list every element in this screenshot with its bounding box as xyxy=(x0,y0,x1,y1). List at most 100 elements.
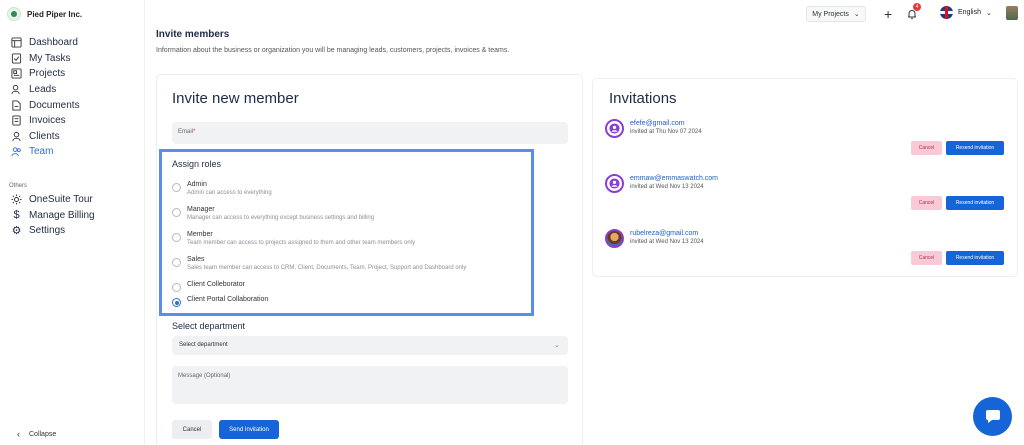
language-label: English xyxy=(958,9,981,16)
role-name: Sales xyxy=(187,256,205,263)
required-asterisk: * xyxy=(193,129,196,135)
role-description: Manager can access to everything except … xyxy=(187,215,375,221)
sidebar-item-label: Leads xyxy=(29,84,57,96)
resend-invitation-button[interactable]: Resend invitation xyxy=(946,141,1004,155)
sidebar-item-label: Dashboard xyxy=(29,37,78,49)
sidebar-item-dashboard[interactable]: Dashboard xyxy=(11,35,80,51)
sidebar-item-settings[interactable]: ⚙ Settings xyxy=(11,223,95,239)
invitation-item: rubelreza@gmail.com invited at Wed Nov 1… xyxy=(605,229,704,248)
role-description: Team member can access to projects assig… xyxy=(187,240,416,246)
resend-invitation-button[interactable]: Resend invitation xyxy=(946,196,1004,210)
language-selector[interactable]: English ⌄ xyxy=(940,6,992,19)
document-icon xyxy=(11,100,22,111)
cancel-invitation-button[interactable]: Cancel xyxy=(911,141,942,155)
radio-button[interactable] xyxy=(172,283,181,292)
invitation-date: invited at Wed Nov 13 2024 xyxy=(630,239,704,245)
invitations-title: Invitations xyxy=(609,90,677,107)
clients-icon xyxy=(11,131,22,142)
brand-name: Pied Piper Inc. xyxy=(27,9,83,19)
sidebar-item-invoices[interactable]: Invoices xyxy=(11,113,80,129)
page-description: Information about the business or organi… xyxy=(156,47,510,54)
add-icon[interactable]: + xyxy=(884,7,892,21)
role-description: Admin can access to everything xyxy=(187,190,272,196)
radio-button-selected[interactable] xyxy=(172,298,181,307)
sidebar-item-clients[interactable]: Clients xyxy=(11,129,80,145)
avatar xyxy=(605,229,624,248)
radio-button[interactable] xyxy=(172,258,181,267)
chevron-left-icon: ‹ xyxy=(17,429,20,439)
dashboard-icon xyxy=(11,37,22,48)
chevron-down-icon: ⌄ xyxy=(985,9,992,17)
role-option-admin[interactable]: Admin Admin can access to everything xyxy=(172,181,272,196)
gear-icon: ⚙ xyxy=(11,225,22,238)
sidebar-item-label: Settings xyxy=(29,225,66,237)
sidebar-item-team[interactable]: Team xyxy=(11,144,80,160)
sidebar-item-label: Manage Billing xyxy=(29,209,95,221)
sidebar-item-onesuite-tour[interactable]: OneSuite Tour xyxy=(11,192,95,208)
role-option-member[interactable]: Member Team member can access to project… xyxy=(172,231,415,246)
sidebar-item-label: Invoices xyxy=(29,115,66,127)
sidebar-item-label: Projects xyxy=(29,68,66,80)
sidebar-item-projects[interactable]: Projects xyxy=(11,66,80,82)
cancel-invitation-button[interactable]: Cancel xyxy=(911,251,942,265)
sidebar-item-label: Documents xyxy=(29,99,80,111)
message-placeholder: Message (Optional) xyxy=(178,373,231,379)
role-option-client-portal-collaboration[interactable]: Client Portal Collaboration xyxy=(172,296,268,307)
sidebar-item-manage-billing[interactable]: $ Manage Billing xyxy=(11,208,95,224)
invitation-email: efefe@gmail.com xyxy=(630,120,685,127)
assign-roles-title: Assign roles xyxy=(172,159,222,169)
page-title: Invite members xyxy=(156,29,230,40)
radio-button[interactable] xyxy=(172,183,181,192)
invitation-email: emmaw@emmaswatch.com xyxy=(630,175,719,182)
role-name: Client Colleborator xyxy=(187,281,245,288)
my-projects-dropdown[interactable]: My Projects ⌄ xyxy=(806,6,866,22)
role-description: Sales team member can access to CRM, Cli… xyxy=(187,265,467,271)
invitation-item: efefe@gmail.com invited at Thu Nov 07 20… xyxy=(605,119,702,138)
sidebar-item-label: My Tasks xyxy=(29,52,71,64)
invoice-icon xyxy=(11,115,22,126)
notification-badge: 4 xyxy=(913,3,921,11)
others-section-label: Others xyxy=(9,183,28,189)
send-invitation-button[interactable]: Send Invitation xyxy=(219,420,279,439)
email-placeholder: Email xyxy=(178,129,194,135)
sidebar-item-my-tasks[interactable]: My Tasks xyxy=(11,51,80,67)
email-field[interactable]: Email* xyxy=(172,122,568,144)
resend-invitation-button[interactable]: Resend invitation xyxy=(946,251,1004,265)
brand[interactable]: Pied Piper Inc. xyxy=(7,7,82,21)
radio-button[interactable] xyxy=(172,208,181,217)
cancel-button[interactable]: Cancel xyxy=(172,420,212,439)
sidebar-item-label: Team xyxy=(29,146,54,158)
sidebar-item-documents[interactable]: Documents xyxy=(11,97,80,113)
dollar-icon: $ xyxy=(13,209,20,222)
role-name: Client Portal Collaboration xyxy=(187,296,269,303)
role-name: Member xyxy=(187,231,213,238)
invitation-date: invited at Thu Nov 07 2024 xyxy=(630,129,702,135)
department-select[interactable]: Select department ⌄ xyxy=(172,336,568,355)
chat-icon xyxy=(985,409,1000,423)
collapse-button[interactable]: ‹ Collapse xyxy=(17,429,56,439)
radio-button[interactable] xyxy=(172,233,181,242)
sidebar-others-nav: OneSuite Tour $ Manage Billing ⚙ Setting… xyxy=(11,192,95,239)
cancel-invitation-button[interactable]: Cancel xyxy=(911,196,942,210)
invitation-item: emmaw@emmaswatch.com invited at Wed Nov … xyxy=(605,174,718,193)
sidebar-item-label: Clients xyxy=(29,130,60,142)
role-option-sales[interactable]: Sales Sales team member can access to CR… xyxy=(172,256,466,271)
role-option-manager[interactable]: Manager Manager can access to everything… xyxy=(172,206,374,221)
sun-icon xyxy=(11,194,22,205)
role-option-client-colleborator[interactable]: Client Colleborator xyxy=(172,281,245,292)
avatar[interactable] xyxy=(1006,6,1018,20)
my-projects-label: My Projects xyxy=(812,10,849,18)
sidebar-item-label: OneSuite Tour xyxy=(29,194,93,206)
invitation-date: invited at Wed Nov 13 2024 xyxy=(630,184,704,190)
invitation-email: rubelreza@gmail.com xyxy=(630,230,699,237)
invite-card-title: Invite new member xyxy=(172,90,299,107)
chat-button[interactable] xyxy=(973,397,1012,436)
brand-logo-icon xyxy=(7,7,21,21)
role-name: Admin xyxy=(187,181,207,188)
department-placeholder: Select department xyxy=(179,342,228,348)
sidebar-item-leads[interactable]: Leads xyxy=(11,82,80,98)
message-field[interactable]: Message (Optional) xyxy=(172,366,568,404)
user-icon xyxy=(605,119,624,138)
team-icon xyxy=(11,146,22,157)
projects-icon xyxy=(11,68,22,80)
